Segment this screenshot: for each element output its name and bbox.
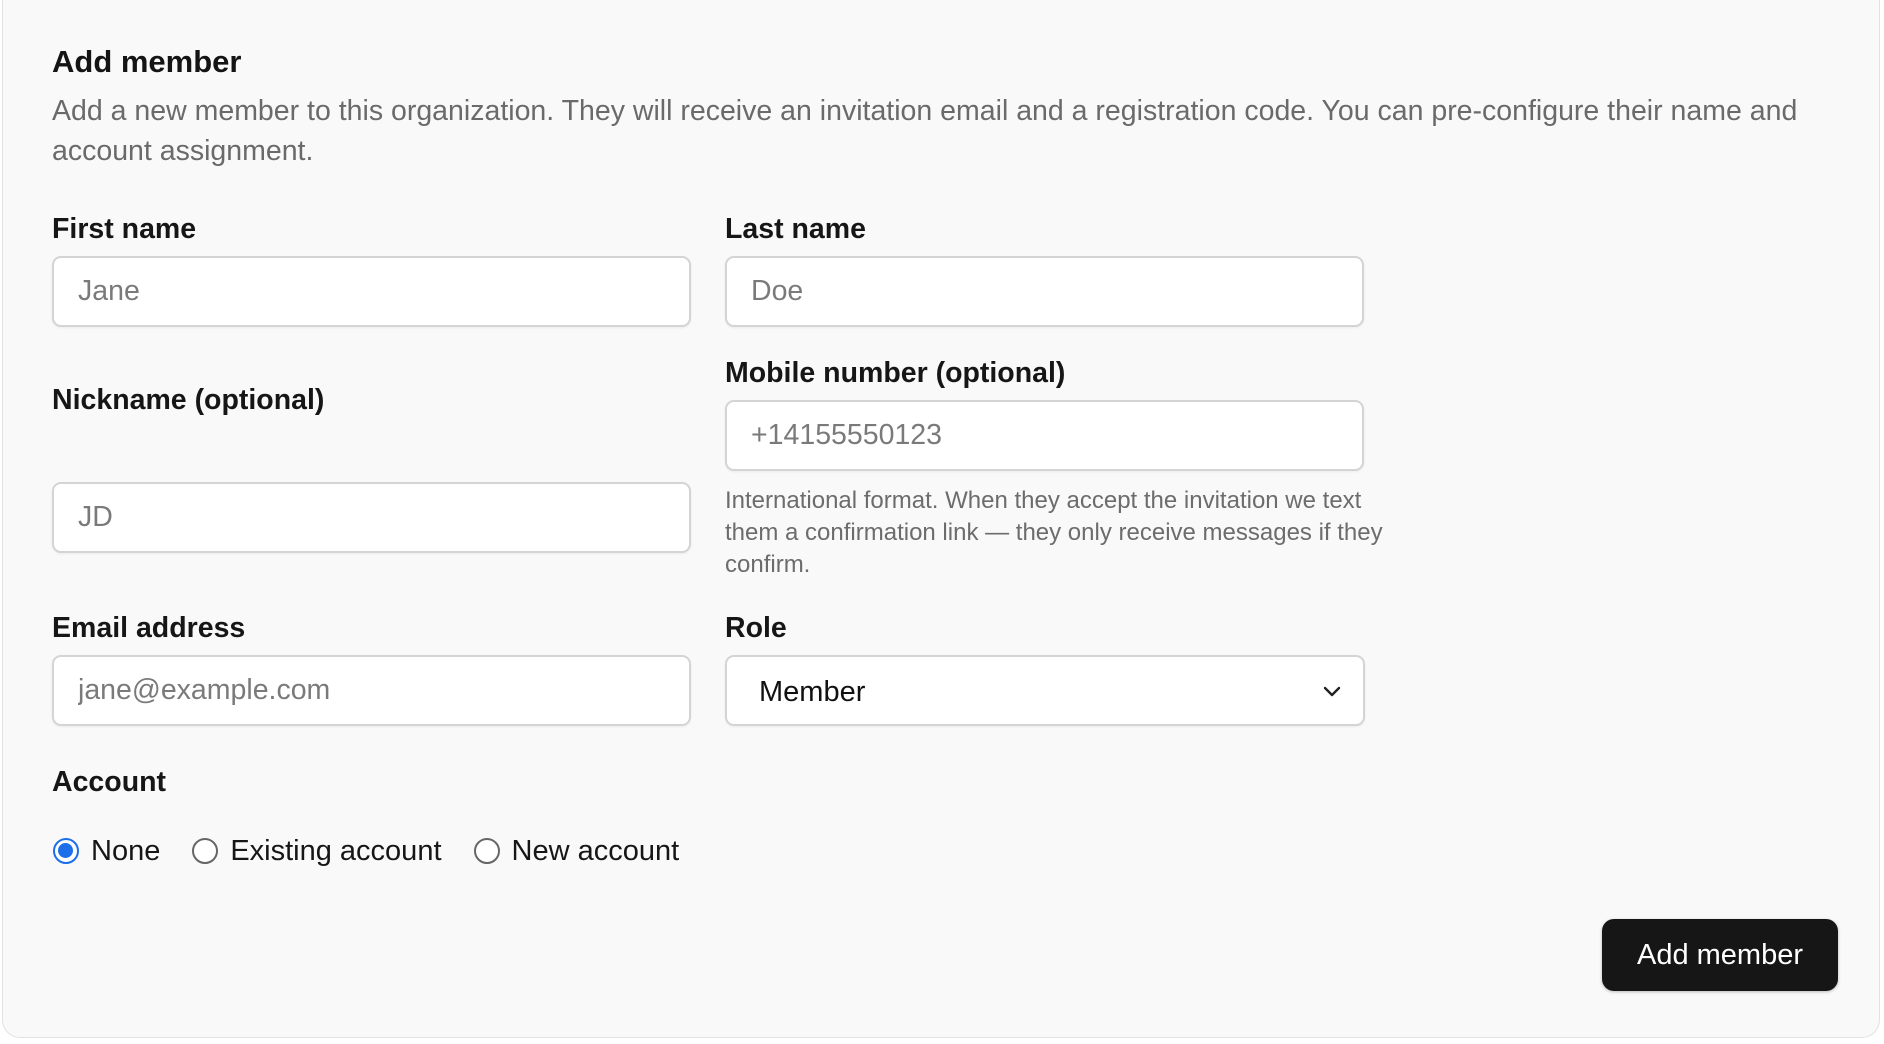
first-name-label: First name xyxy=(52,213,197,245)
role-label: Role xyxy=(725,612,787,644)
account-option-new[interactable]: New account xyxy=(473,834,680,868)
mobile-number-label: Mobile number (optional) xyxy=(725,357,1066,389)
account-option-label: None xyxy=(91,834,161,867)
account-label: Account xyxy=(52,766,166,798)
add-member-button[interactable]: Add member xyxy=(1602,919,1838,991)
account-option-label: Existing account xyxy=(230,834,442,867)
form-title: Add member xyxy=(52,44,242,79)
radio-new-account[interactable] xyxy=(473,838,500,864)
account-option-existing[interactable]: Existing account xyxy=(192,834,442,868)
radio-existing-account[interactable] xyxy=(192,838,219,864)
first-name-input[interactable] xyxy=(52,256,691,327)
account-option-label: New account xyxy=(511,834,680,867)
email-label: Email address xyxy=(52,612,246,644)
last-name-label: Last name xyxy=(725,213,866,245)
email-input[interactable] xyxy=(52,655,691,726)
account-radio-group: None Existing account New account xyxy=(53,833,711,869)
last-name-input[interactable] xyxy=(725,256,1364,327)
radio-none[interactable] xyxy=(53,838,79,864)
role-select[interactable]: Member xyxy=(725,655,1365,726)
nickname-input[interactable] xyxy=(52,482,691,553)
form-description: Add a new member to this organization. T… xyxy=(52,95,1798,167)
account-option-none[interactable]: None xyxy=(53,835,160,868)
role-selected-value: Member xyxy=(759,676,866,708)
add-member-card: Add member Add a new member to this orga… xyxy=(2,0,1880,1038)
chevron-down-icon xyxy=(1323,686,1341,697)
mobile-number-input[interactable] xyxy=(725,400,1364,471)
nickname-label: Nickname (optional) xyxy=(52,384,325,416)
mobile-number-help: International format. When they accept t… xyxy=(725,487,1383,578)
